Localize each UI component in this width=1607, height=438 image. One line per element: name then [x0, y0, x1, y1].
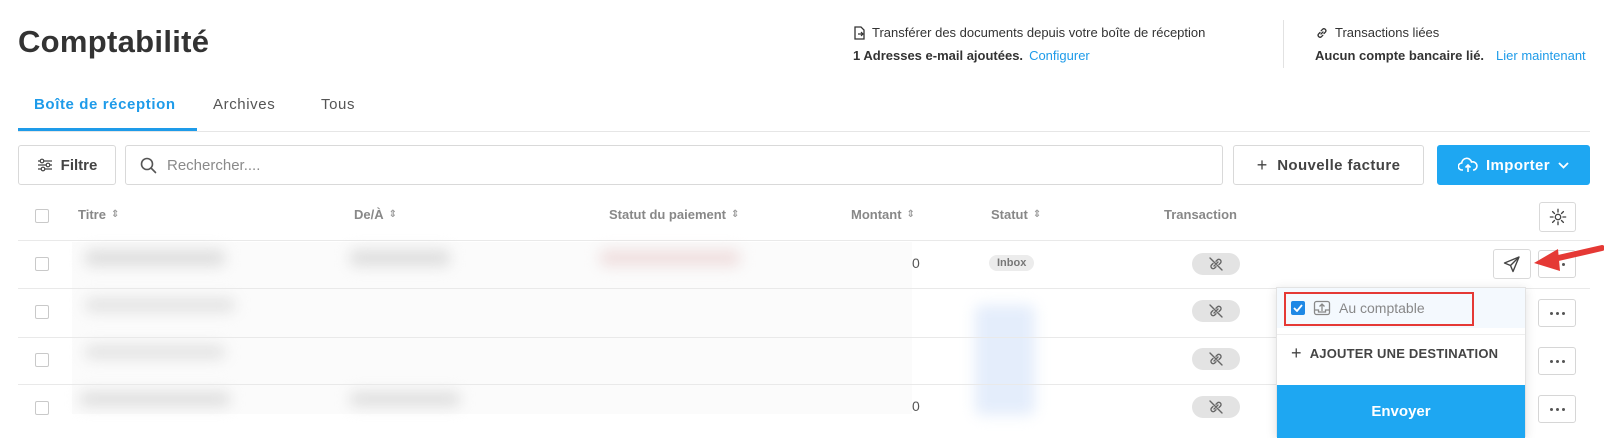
paper-plane-icon: [1503, 256, 1520, 273]
row-checkbox[interactable]: [35, 353, 49, 367]
sliders-icon: [37, 158, 52, 172]
link-off-icon: [1209, 257, 1223, 271]
row-checkbox[interactable]: [35, 257, 49, 271]
cloud-upload-icon: [1457, 157, 1478, 172]
add-destination-label: AJOUTER UNE DESTINATION: [1309, 346, 1499, 361]
tab-inbox[interactable]: Boîte de réception: [34, 96, 176, 113]
link-off-icon: [1209, 400, 1223, 414]
col-from-to-label: De/À: [354, 207, 384, 222]
envoyer-button[interactable]: Envoyer: [1277, 385, 1525, 438]
col-transaction-label: Transaction: [1164, 207, 1237, 222]
dot: [1561, 407, 1565, 411]
col-amount[interactable]: Montant ⇕: [851, 207, 915, 222]
tab-all[interactable]: Tous: [321, 96, 355, 113]
annotation-highlight-box: [1284, 292, 1474, 326]
col-payment-status[interactable]: Statut du paiement ⇕: [609, 207, 739, 222]
sort-icon: ⇕: [731, 209, 740, 220]
row-checkbox[interactable]: [35, 305, 49, 319]
status-badge: Inbox: [989, 255, 1035, 271]
plus-icon: +: [1256, 154, 1268, 175]
select-all-checkbox[interactable]: [35, 209, 49, 223]
redacted-title: [85, 250, 225, 266]
transfer-info: Transférer des documents depuis votre bo…: [853, 25, 1205, 63]
sort-icon: ⇕: [906, 209, 915, 220]
new-invoice-label: Nouvelle facture: [1277, 156, 1401, 174]
transfer-label: Transférer des documents depuis votre bo…: [872, 25, 1206, 40]
col-transaction: Transaction: [1164, 207, 1237, 222]
add-destination-button[interactable]: + AJOUTER UNE DESTINATION: [1277, 334, 1525, 372]
link-off-icon: [1209, 352, 1223, 366]
redacted-title: [85, 298, 235, 312]
transactions-label: Transactions liées: [1335, 25, 1440, 40]
dot: [1561, 359, 1565, 363]
unlinked-transaction-badge[interactable]: [1192, 253, 1240, 275]
send-button[interactable]: [1493, 249, 1531, 279]
search-input[interactable]: [167, 156, 1195, 174]
transactions-status: Aucun compte bancaire lié.: [1315, 48, 1485, 63]
gear-icon: [1549, 208, 1566, 226]
search-box[interactable]: [125, 145, 1223, 185]
dot: [1561, 311, 1565, 315]
link-icon: [1317, 27, 1327, 38]
row-divider: [18, 337, 1276, 338]
more-actions-button[interactable]: [1538, 347, 1576, 375]
tabs-divider: [18, 131, 1590, 132]
col-amount-label: Montant: [851, 207, 902, 222]
row-checkbox[interactable]: [35, 401, 49, 415]
col-status-label: Statut: [991, 207, 1028, 222]
sort-icon: ⇕: [110, 209, 120, 220]
dot: [1555, 311, 1559, 315]
amount-value: 0: [912, 398, 920, 414]
redacted-status: [975, 305, 1035, 415]
col-from-to[interactable]: De/À ⇕: [354, 207, 397, 222]
transfer-status: 1 Adresses e-mail ajoutées.: [853, 48, 1024, 63]
amount-value: 0: [912, 255, 920, 271]
unlinked-transaction-badge[interactable]: [1192, 396, 1240, 418]
dot: [1549, 407, 1553, 411]
configure-link[interactable]: Configurer: [1029, 48, 1090, 63]
header-divider: [1283, 20, 1284, 68]
dot: [1555, 407, 1559, 411]
row-divider: [18, 384, 1276, 385]
annotation-arrow-icon: [1534, 245, 1604, 271]
unlinked-transaction-badge[interactable]: [1192, 348, 1240, 370]
col-title-label: Titre: [78, 207, 106, 222]
col-payment-status-label: Statut du paiement: [609, 207, 727, 222]
filter-button[interactable]: Filtre: [18, 145, 116, 185]
header-divider-line: [18, 240, 1590, 241]
tab-archives[interactable]: Archives: [213, 96, 275, 113]
redacted-area: [72, 242, 912, 414]
import-label: Importer: [1485, 156, 1551, 174]
file-forward-icon: [854, 25, 865, 40]
more-actions-button[interactable]: [1538, 299, 1576, 327]
redacted-title: [85, 345, 225, 359]
redacted-from: [350, 392, 460, 406]
import-button[interactable]: Importer: [1437, 145, 1590, 185]
transactions-info: Transactions liées Aucun compte bancaire…: [1315, 25, 1586, 63]
more-actions-button[interactable]: [1538, 395, 1576, 423]
link-off-icon: [1209, 304, 1223, 318]
new-invoice-button[interactable]: + Nouvelle facture: [1233, 145, 1424, 185]
redacted-payment: [600, 250, 740, 266]
chevron-down-icon: [1558, 161, 1569, 169]
col-status[interactable]: Statut ⇕: [991, 207, 1041, 222]
sort-icon: ⇕: [1032, 209, 1042, 220]
search-icon: [140, 157, 157, 173]
column-settings-button[interactable]: [1539, 202, 1576, 232]
page-title: Comptabilité: [18, 24, 210, 59]
plus-icon: +: [1291, 343, 1302, 363]
col-title[interactable]: Titre ⇕: [78, 207, 119, 222]
dot: [1549, 311, 1553, 315]
dot: [1555, 359, 1559, 363]
link-now-link[interactable]: Lier maintenant: [1496, 48, 1586, 63]
dot: [1549, 359, 1553, 363]
filter-label: Filtre: [60, 156, 98, 174]
unlinked-transaction-badge[interactable]: [1192, 300, 1240, 322]
redacted-title: [80, 392, 230, 406]
sort-icon: ⇕: [388, 209, 398, 220]
redacted-from: [350, 250, 450, 266]
